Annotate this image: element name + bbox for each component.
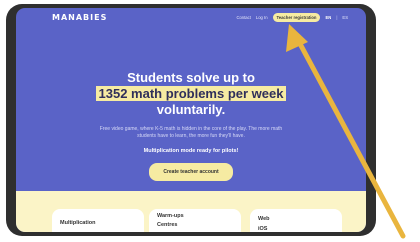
arrow-pointer-icon (286, 24, 406, 239)
